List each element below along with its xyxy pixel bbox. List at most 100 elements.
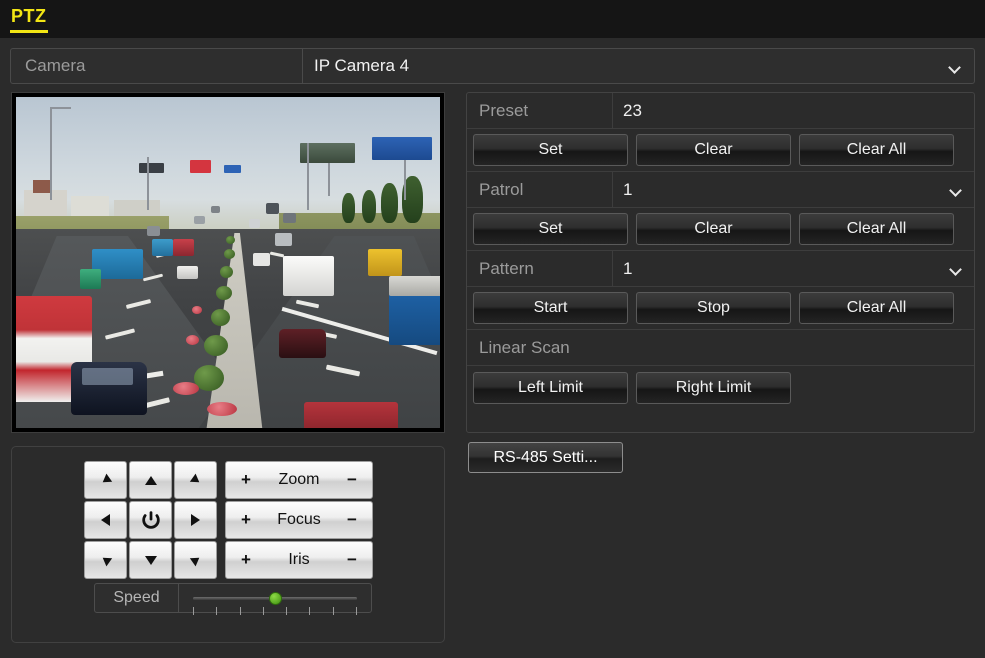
light-pole [49,106,72,109]
patrol-clear-button[interactable]: Clear [636,213,791,245]
pattern-stop-button[interactable]: Stop [636,292,791,324]
patrol-buttons: Set Clear Clear All [467,208,974,251]
vehicle-car-white-mid [253,252,271,266]
light-pole [147,156,150,210]
chevron-down-icon [949,63,960,70]
preset-row[interactable]: Preset 23 [467,93,974,129]
arrow-down-icon [144,555,157,565]
camera-value: IP Camera 4 [314,56,410,75]
vehicle-truck-load [389,275,440,296]
building [32,179,50,193]
building [24,189,67,220]
ptz-page: PTZ Camera IP Camera 4 + Zoom − + Focus … [0,0,985,658]
rs485-settings-button[interactable]: RS-485 Setti... [468,442,623,473]
ptz-down-left-button[interactable] [84,541,127,579]
flowerbed [191,305,202,314]
vehicle-car-small [249,219,260,228]
pattern-select[interactable]: 1 [613,251,974,286]
ptz-right-button[interactable] [174,501,217,539]
patrol-row[interactable]: Patrol 1 [467,172,974,208]
sign [223,164,241,174]
chevron-down-icon [950,186,961,193]
video-scene [16,97,440,428]
ptz-up-right-button[interactable] [174,461,217,499]
preset-buttons: Set Clear Clear All [467,129,974,172]
focus-plus-button[interactable]: + [239,510,253,530]
vehicle-car-small [211,206,220,213]
tree [380,183,398,223]
zoom-plus-button[interactable]: + [239,470,253,490]
pattern-row[interactable]: Pattern 1 [467,251,974,287]
left-limit-button[interactable]: Left Limit [473,371,628,404]
speed-label: Speed [95,584,179,612]
billboard [189,159,212,174]
patrol-clear-all-button[interactable]: Clear All [799,213,954,245]
ptz-left-button[interactable] [84,501,127,539]
focus-minus-button[interactable]: − [345,510,359,530]
slider-ticks [193,607,357,615]
pattern-label: Pattern [467,251,613,286]
zoom-label: Zoom [278,471,320,488]
arrow-up-icon [144,475,157,485]
billboard-pole [327,163,330,197]
patrol-set-button[interactable]: Set [473,213,628,245]
ptz-up-button[interactable] [129,461,172,499]
billboard [372,136,432,160]
arrow-up-left-icon [99,473,112,487]
ptz-control-panel: + Zoom − + Focus − + Iris − Speed [11,446,445,643]
hedge [211,308,231,326]
zoom-control[interactable]: + Zoom − [225,461,373,499]
video-preview[interactable] [11,92,445,433]
preset-clear-all-button[interactable]: Clear All [799,134,954,166]
vehicle-car-gray [274,232,292,246]
camera-select[interactable]: Camera IP Camera 4 [10,48,975,84]
patrol-value: 1 [623,179,633,199]
arrow-left-icon [101,514,110,526]
linear-scan-label: Linear Scan [467,330,974,366]
vehicle-car-maroon [278,328,326,359]
vehicle-truck-cargo [389,288,440,346]
chevron-down-icon [950,265,961,272]
ptz-down-button[interactable] [129,541,172,579]
title-underline [10,30,48,33]
bus-window [16,315,88,345]
ptz-settings-panel: Preset 23 Set Clear Clear All Patrol 1 S… [466,92,975,433]
iris-minus-button[interactable]: − [345,550,359,570]
ptz-lens-controls: + Zoom − + Focus − + Iris − [225,461,373,579]
bus-window [287,263,329,276]
page-title: PTZ [11,6,47,26]
sedan-windshield [81,368,133,385]
preset-clear-button[interactable]: Clear [636,134,791,166]
ptz-down-right-button[interactable] [174,541,217,579]
ptz-auto-scan-button[interactable] [129,501,172,539]
zoom-minus-button[interactable]: − [345,470,359,490]
vehicle-truck-blue2 [151,239,173,256]
camera-value-area[interactable]: IP Camera 4 [303,49,974,83]
preset-label: Preset [467,93,613,128]
tree [342,192,356,223]
patrol-select[interactable]: 1 [613,172,974,207]
focus-control[interactable]: + Focus − [225,501,373,539]
iris-plus-button[interactable]: + [239,550,253,570]
vehicle-truck-cab [79,269,101,289]
preset-input[interactable]: 23 [613,93,974,128]
vehicle-car-small [283,212,296,223]
patrol-label: Patrol [467,172,613,207]
light-pole [306,143,309,210]
rotate-icon [141,511,160,529]
sign [138,163,165,174]
speed-slider[interactable] [179,584,371,615]
ptz-up-left-button[interactable] [84,461,127,499]
right-limit-button[interactable]: Right Limit [636,371,791,404]
arrow-right-icon [191,514,200,526]
slider-handle[interactable] [269,592,282,605]
pattern-clear-all-button[interactable]: Clear All [799,292,954,324]
vehicle-bus-red [172,239,195,256]
page-header: PTZ [0,0,985,38]
pattern-start-button[interactable]: Start [473,292,628,324]
preset-set-button[interactable]: Set [473,134,628,166]
hedge [216,285,233,300]
iris-control[interactable]: + Iris − [225,541,373,579]
flowerbed [172,381,199,395]
vehicle-bus-white [283,255,334,296]
